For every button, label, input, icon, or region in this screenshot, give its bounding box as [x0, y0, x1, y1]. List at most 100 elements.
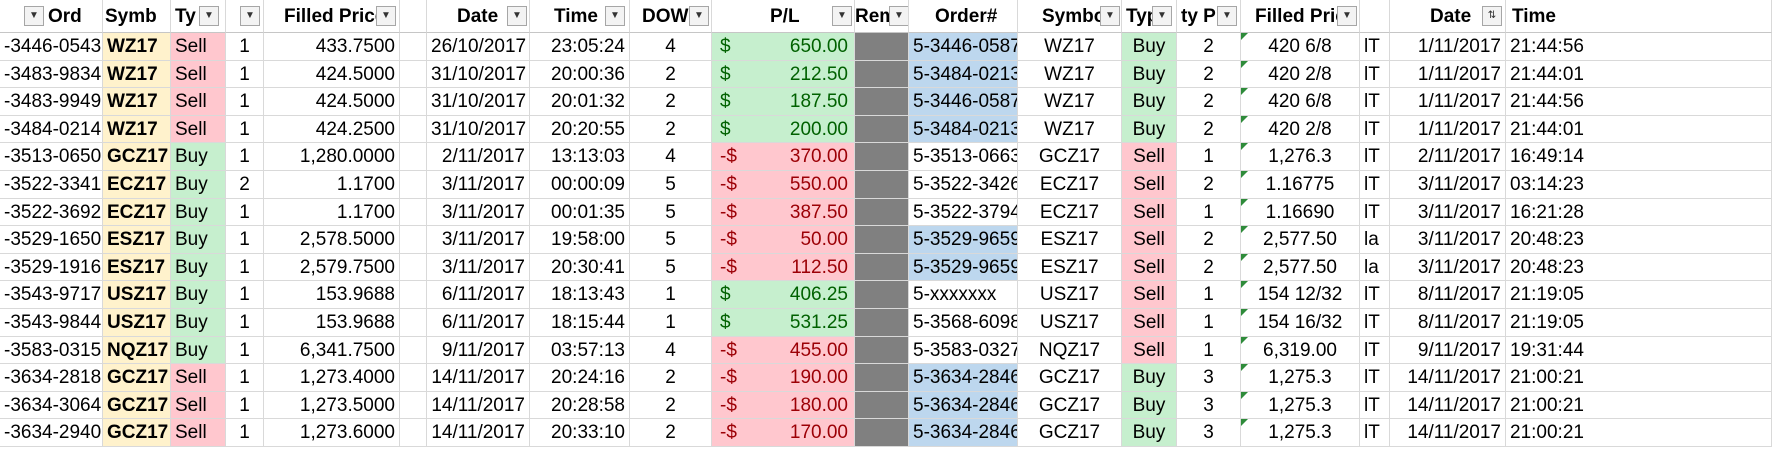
order-cell[interactable]: -3529-1916: [0, 253, 103, 282]
time-cell[interactable]: 20:30:41: [530, 253, 630, 282]
time-cell[interactable]: 00:00:09: [530, 171, 630, 199]
time2-cell[interactable]: 21:00:21: [1506, 391, 1772, 420]
date2-cell[interactable]: 14/11/2017: [1390, 364, 1506, 392]
truncated-cell[interactable]: lT: [1360, 143, 1390, 171]
type-cell[interactable]: Sell: [171, 60, 226, 89]
filled-price2-cell[interactable]: 1.16690: [1241, 198, 1360, 227]
pl-cell[interactable]: -$ 170.00: [712, 419, 855, 447]
qty2-cell[interactable]: 3: [1177, 419, 1241, 447]
qty-cell[interactable]: 1: [226, 198, 264, 227]
date2-cell[interactable]: 1/11/2017: [1390, 115, 1506, 144]
qty2-cell[interactable]: 1: [1177, 198, 1241, 227]
extra-cell[interactable]: [400, 143, 427, 171]
header-date2[interactable]: Date ⇅: [1390, 0, 1506, 33]
order-cell[interactable]: -3483-9949: [0, 88, 103, 116]
type2-cell[interactable]: Buy: [1122, 60, 1177, 89]
dow-cell[interactable]: 5: [630, 226, 712, 254]
filter-dropdown-icon[interactable]: ▼: [605, 6, 625, 26]
type-cell[interactable]: Buy: [171, 143, 226, 171]
pl-cell[interactable]: $212.50: [712, 60, 855, 89]
symbol2-cell[interactable]: WZ17: [1018, 88, 1122, 116]
filter-dropdown-icon[interactable]: ▼: [832, 6, 852, 26]
pl-cell[interactable]: $406.25: [712, 281, 855, 309]
rem-cell[interactable]: [855, 33, 909, 61]
pl-cell[interactable]: $187.50: [712, 88, 855, 116]
symbol2-cell[interactable]: GCZ17: [1018, 143, 1122, 171]
order2-cell[interactable]: 5-3634-2846: [909, 419, 1018, 447]
filled-price-cell[interactable]: 1,280.0000: [264, 143, 400, 171]
filled-price-cell[interactable]: 2,579.7500: [264, 253, 400, 282]
date2-cell[interactable]: 8/11/2017: [1390, 281, 1506, 309]
date2-cell[interactable]: 3/11/2017: [1390, 171, 1506, 199]
order2-cell[interactable]: 5-3522-3794: [909, 198, 1018, 227]
time-cell[interactable]: 13:13:03: [530, 143, 630, 171]
filter-dropdown-icon[interactable]: ▼: [507, 6, 527, 26]
filled-price-cell[interactable]: 153.9688: [264, 281, 400, 309]
symbol-cell[interactable]: GCZ17: [103, 419, 171, 447]
qty2-cell[interactable]: 2: [1177, 115, 1241, 144]
qty-cell[interactable]: 1: [226, 419, 264, 447]
filter-sorted-icon[interactable]: ⇅: [1482, 6, 1502, 26]
type-cell[interactable]: Buy: [171, 336, 226, 365]
date2-cell[interactable]: 1/11/2017: [1390, 88, 1506, 116]
rem-cell[interactable]: [855, 391, 909, 420]
rem-cell[interactable]: [855, 336, 909, 365]
order2-cell[interactable]: 5-3484-0213: [909, 60, 1018, 89]
date2-cell[interactable]: 1/11/2017: [1390, 33, 1506, 61]
filled-price-cell[interactable]: 1,273.4000: [264, 364, 400, 392]
order-cell[interactable]: -3484-0214: [0, 115, 103, 144]
time2-cell[interactable]: 21:19:05: [1506, 309, 1772, 337]
type2-cell[interactable]: Sell: [1122, 253, 1177, 282]
type2-cell[interactable]: Sell: [1122, 226, 1177, 254]
header-filled-price2[interactable]: Filled Pric ▼: [1241, 0, 1360, 33]
date-cell[interactable]: 14/11/2017: [427, 419, 530, 447]
time2-cell[interactable]: 21:44:01: [1506, 60, 1772, 89]
order2-cell[interactable]: 5-3583-0327: [909, 336, 1018, 365]
truncated-cell[interactable]: lT: [1360, 60, 1390, 89]
dow-cell[interactable]: 4: [630, 33, 712, 61]
pl-cell[interactable]: $200.00: [712, 115, 855, 144]
rem-cell[interactable]: [855, 309, 909, 337]
filled-price2-cell[interactable]: 1,276.3: [1241, 143, 1360, 171]
filled-price2-cell[interactable]: 420 6/8: [1241, 88, 1360, 116]
extra-cell[interactable]: [400, 253, 427, 282]
filled-price2-cell[interactable]: 420 6/8: [1241, 33, 1360, 61]
filter-dropdown-icon[interactable]: ▼: [1217, 6, 1237, 26]
header-dow[interactable]: DOW ▼: [630, 0, 712, 33]
truncated-cell[interactable]: lT: [1360, 391, 1390, 420]
order2-cell[interactable]: 5-3634-2846: [909, 391, 1018, 420]
qty2-cell[interactable]: 1: [1177, 281, 1241, 309]
qty2-cell[interactable]: 1: [1177, 143, 1241, 171]
qty-cell[interactable]: 1: [226, 143, 264, 171]
filled-price-cell[interactable]: 6,341.7500: [264, 336, 400, 365]
truncated-cell[interactable]: lT: [1360, 309, 1390, 337]
time-cell[interactable]: 20:01:32: [530, 88, 630, 116]
time2-cell[interactable]: 16:49:14: [1506, 143, 1772, 171]
type-cell[interactable]: Buy: [171, 226, 226, 254]
date-cell[interactable]: 26/10/2017: [427, 33, 530, 61]
date-cell[interactable]: 3/11/2017: [427, 226, 530, 254]
filled-price-cell[interactable]: 1.1700: [264, 198, 400, 227]
rem-cell[interactable]: [855, 88, 909, 116]
qty2-cell[interactable]: 2: [1177, 33, 1241, 61]
order2-cell[interactable]: 5-xxxxxxx: [909, 281, 1018, 309]
rem-cell[interactable]: [855, 281, 909, 309]
time-cell[interactable]: 00:01:35: [530, 198, 630, 227]
dow-cell[interactable]: 1: [630, 309, 712, 337]
symbol-cell[interactable]: ESZ17: [103, 226, 171, 254]
symbol-cell[interactable]: WZ17: [103, 115, 171, 144]
order-cell[interactable]: -3583-0315: [0, 336, 103, 365]
symbol-cell[interactable]: WZ17: [103, 60, 171, 89]
truncated-cell[interactable]: lT: [1360, 419, 1390, 447]
symbol-cell[interactable]: WZ17: [103, 33, 171, 61]
time2-cell[interactable]: 20:48:23: [1506, 226, 1772, 254]
symbol-cell[interactable]: WZ17: [103, 88, 171, 116]
order2-cell[interactable]: 5-3529-9659: [909, 253, 1018, 282]
truncated-cell[interactable]: lT: [1360, 364, 1390, 392]
header-symbol2[interactable]: Symbo ▼: [1018, 0, 1122, 33]
type2-cell[interactable]: Buy: [1122, 391, 1177, 420]
rem-cell[interactable]: [855, 226, 909, 254]
filled-price-cell[interactable]: 424.5000: [264, 60, 400, 89]
pl-cell[interactable]: -$ 50.00: [712, 226, 855, 254]
filled-price2-cell[interactable]: 154 16/32: [1241, 309, 1360, 337]
